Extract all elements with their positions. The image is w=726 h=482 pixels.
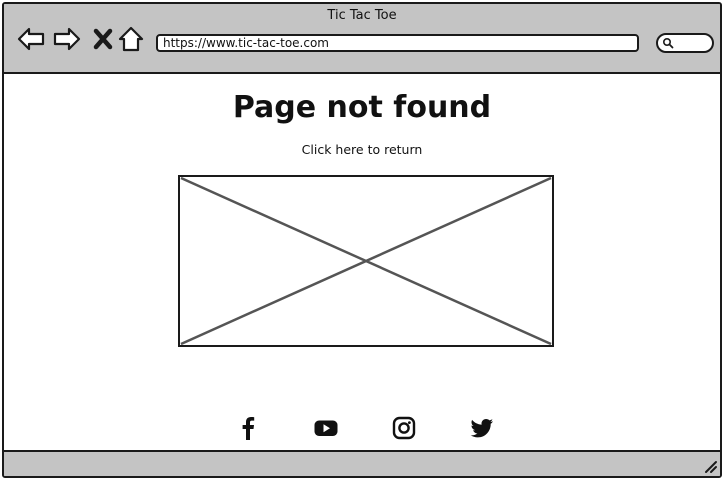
- youtube-icon[interactable]: [312, 414, 340, 442]
- stop-icon[interactable]: [88, 24, 118, 54]
- search-field[interactable]: [656, 33, 714, 53]
- resize-grip-icon[interactable]: [702, 458, 718, 474]
- page-title: Page not found: [232, 90, 492, 125]
- home-icon[interactable]: [116, 24, 146, 54]
- back-arrow-icon[interactable]: [16, 24, 46, 54]
- window-title: Tic Tac Toe: [327, 8, 397, 23]
- address-bar[interactable]: https://www.tic-tac-toe.com: [156, 34, 639, 52]
- facebook-icon[interactable]: [234, 414, 262, 442]
- browser-toolbar: Tic Tac Toe https://www.tic-tac-toe.com: [4, 4, 720, 74]
- image-placeholder: [178, 175, 554, 347]
- return-link[interactable]: Click here to return: [4, 142, 720, 157]
- forward-arrow-icon[interactable]: [52, 24, 82, 54]
- search-icon: [662, 37, 674, 49]
- instagram-icon[interactable]: [390, 414, 418, 442]
- browser-window: Tic Tac Toe https://www.tic-tac-toe.com: [2, 2, 722, 478]
- status-bar: [4, 450, 720, 476]
- twitter-icon[interactable]: [468, 414, 496, 442]
